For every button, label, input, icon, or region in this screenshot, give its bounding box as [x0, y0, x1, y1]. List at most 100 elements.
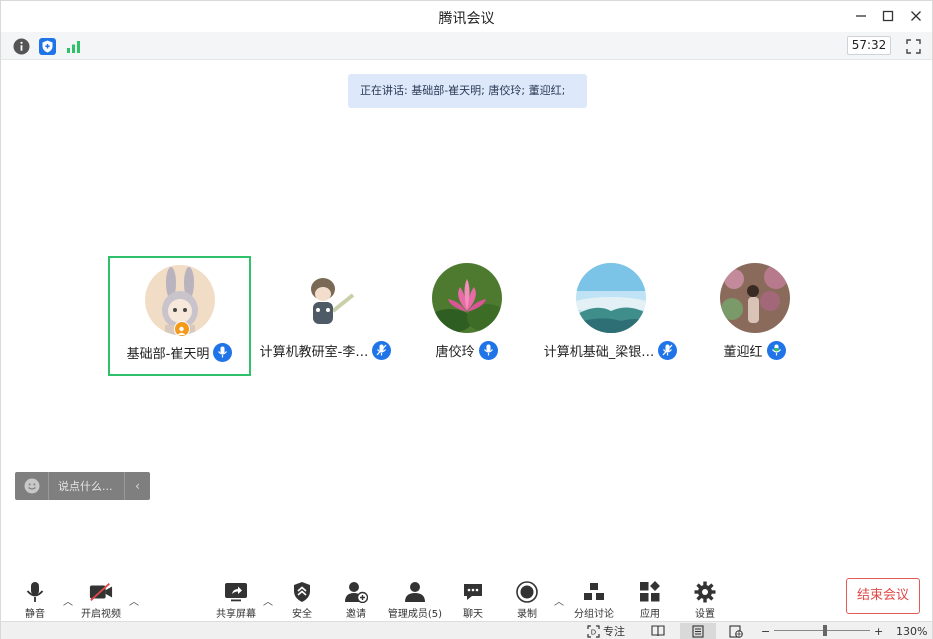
focus-mode-button[interactable]: D 专注 — [587, 623, 625, 639]
apps-label: 应用 — [640, 609, 660, 620]
mic-speaking-icon — [766, 340, 786, 360]
host-icon — [177, 326, 186, 335]
fullscreen-icon — [905, 38, 921, 54]
shield-icon — [38, 37, 56, 55]
settings-button[interactable]: 设置 — [679, 581, 731, 621]
chevron-left-icon: ‹ — [135, 479, 140, 493]
participant-name-row: 唐佼玲 — [395, 339, 538, 361]
share-screen-icon — [225, 583, 247, 602]
print-layout-button[interactable] — [680, 623, 716, 639]
minimize-icon — [856, 15, 866, 17]
chat-input[interactable]: 说点什么... — [49, 478, 124, 494]
window-title: 腾讯会议 — [438, 11, 495, 27]
read-mode-button[interactable] — [651, 623, 665, 639]
web-layout-button[interactable] — [729, 623, 743, 639]
start-video-label: 开启视频 — [81, 609, 121, 620]
title-bar: 腾讯会议 — [1, 1, 932, 32]
maximize-icon — [882, 10, 894, 22]
participant-tile[interactable]: 计算机基础_梁银… — [539, 256, 682, 376]
record-options-chevron-icon[interactable]: ︿ — [554, 593, 564, 608]
video-options-chevron-icon[interactable]: ︿ — [129, 593, 139, 608]
network-status-button[interactable] — [64, 37, 82, 55]
manage-members-label: 管理成员(5) — [387, 609, 443, 620]
participant-name-row: 基础部-崔天明 — [110, 341, 249, 363]
close-icon — [911, 11, 921, 21]
record-label: 录制 — [517, 609, 537, 620]
start-video-button[interactable]: 开启视频 — [75, 581, 127, 621]
info-bar: 57:32 — [1, 32, 932, 60]
mute-label: 静音 — [25, 609, 45, 620]
chat-label: 聊天 — [463, 609, 483, 620]
avatar — [431, 263, 502, 333]
plus-icon: + — [874, 624, 884, 638]
participant-name-row: 计算机教研室-李… — [254, 339, 397, 361]
meeting-info-button[interactable] — [12, 37, 30, 55]
add-user-icon — [345, 582, 368, 603]
emoji-button[interactable] — [15, 472, 49, 500]
emoji-icon — [24, 478, 39, 494]
meeting-window: 腾讯会议 57:32 正在讲话: 基础部-崔天明; 唐佼玲; 董迎红; 基础部-… — [0, 0, 933, 639]
meeting-toolbar: 静音 ︿ 开启视频 ︿ 共享屏幕 ︿ 安全 邀请 管理成员(5) 聊天 录制 ︿… — [1, 571, 932, 623]
page-icon — [692, 624, 704, 638]
status-bar: D 专注 − + 130% — [1, 621, 932, 639]
chat-icon — [464, 584, 482, 600]
collapse-chat-button[interactable]: ‹ — [124, 472, 150, 500]
zoom-out-button[interactable]: − — [761, 623, 770, 639]
fullscreen-button[interactable] — [904, 37, 922, 55]
record-button[interactable]: 录制 — [501, 581, 553, 621]
mic-on-icon — [213, 342, 233, 362]
info-icon — [13, 38, 29, 54]
record-icon — [516, 581, 538, 603]
chat-button[interactable]: 聊天 — [447, 581, 499, 621]
host-badge — [174, 321, 190, 337]
meeting-timer: 57:32 — [847, 36, 891, 55]
participant-name: 计算机教研室-李… — [259, 344, 369, 360]
focus-icon: D — [587, 624, 600, 638]
settings-label: 设置 — [695, 609, 715, 620]
quick-chat-bar[interactable]: 说点什么... ‹ — [15, 472, 150, 500]
avatar — [575, 263, 646, 333]
breakout-icon — [584, 583, 604, 600]
security-status-button[interactable] — [38, 37, 56, 55]
manage-members-button[interactable]: 管理成员(5) — [385, 581, 445, 621]
security-label: 安全 — [292, 609, 312, 620]
close-button[interactable] — [907, 7, 925, 25]
invite-label: 邀请 — [346, 609, 366, 620]
mic-off-icon — [658, 340, 678, 360]
focus-label: 专注 — [603, 625, 625, 638]
invite-button[interactable]: 邀请 — [330, 581, 382, 621]
zoom-in-button[interactable]: + — [874, 623, 883, 639]
minus-icon: − — [761, 624, 771, 638]
breakout-rooms-button[interactable]: 分组讨论 — [568, 581, 620, 621]
minimize-button[interactable] — [852, 7, 870, 25]
mute-button[interactable]: 静音 — [9, 581, 61, 621]
zoom-level[interactable]: 130% — [896, 623, 927, 639]
participant-tile[interactable]: 基础部-崔天明 — [108, 256, 251, 376]
participant-name: 唐佼玲 — [435, 344, 475, 360]
end-meeting-button[interactable]: 结束会议 — [846, 578, 920, 614]
breakout-rooms-label: 分组讨论 — [574, 609, 614, 620]
participant-tile[interactable]: 董迎红 — [683, 256, 826, 376]
participant-tile[interactable]: 唐佼玲 — [395, 256, 538, 376]
share-screen-button[interactable]: 共享屏幕 — [210, 581, 262, 621]
share-screen-label: 共享屏幕 — [216, 609, 256, 620]
participant-tile[interactable]: 计算机教研室-李… — [254, 256, 397, 376]
participant-name: 计算机基础_梁银… — [543, 344, 655, 360]
avatar — [290, 263, 361, 333]
share-options-chevron-icon[interactable]: ︿ — [263, 593, 273, 608]
zoom-slider-track[interactable] — [774, 630, 870, 631]
participant-name-row: 计算机基础_梁银… — [539, 339, 682, 361]
maximize-button[interactable] — [879, 7, 897, 25]
participant-name-row: 董迎红 — [683, 339, 826, 361]
apps-icon — [640, 581, 660, 602]
zoom-slider-thumb[interactable] — [823, 625, 827, 636]
apps-button[interactable]: 应用 — [624, 581, 676, 621]
shield-icon — [294, 582, 310, 602]
mic-off-icon — [372, 340, 392, 360]
mic-on-icon — [478, 340, 498, 360]
signal-icon — [66, 40, 80, 53]
security-button[interactable]: 安全 — [276, 581, 328, 621]
audio-options-chevron-icon[interactable]: ︿ — [63, 593, 73, 608]
svg-text:D: D — [591, 628, 596, 636]
participant-name: 董迎红 — [723, 344, 763, 360]
